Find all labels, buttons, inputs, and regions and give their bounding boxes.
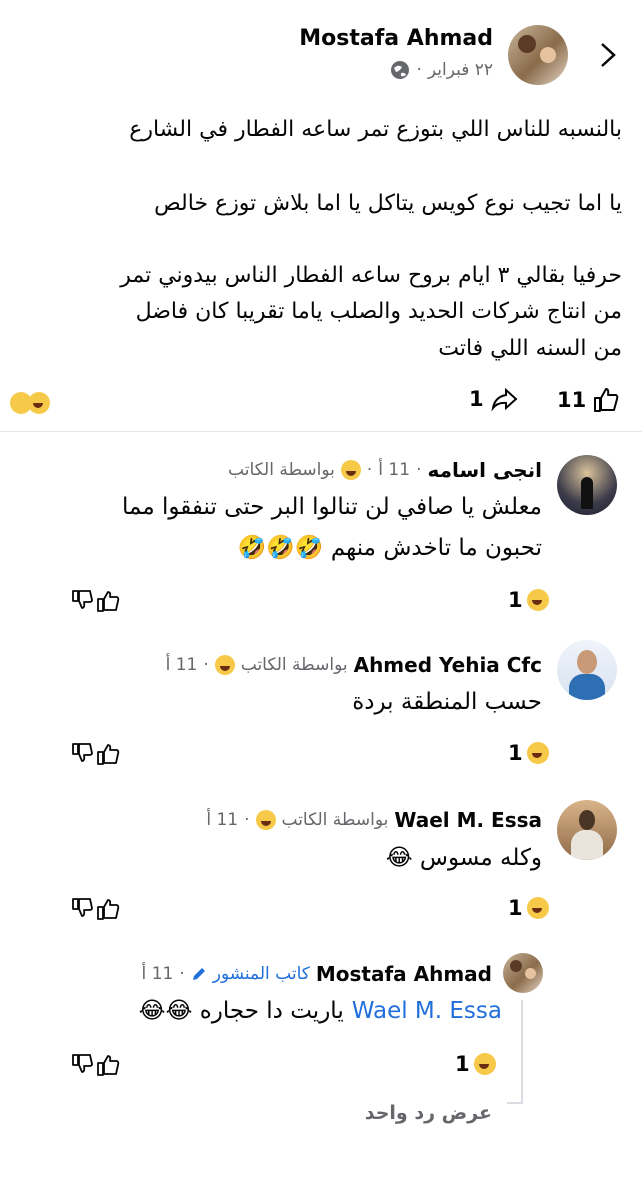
- dislike-icon: [72, 590, 120, 612]
- comment-avatar[interactable]: [557, 640, 617, 700]
- comment-header: انجى اسامه · 11 أ · بواسطة الكاتب: [228, 458, 542, 482]
- reaction-count: 1: [508, 741, 523, 765]
- post-date: ٢٢ فبراير: [427, 60, 493, 80]
- reply-avatar[interactable]: [503, 953, 543, 993]
- haha-icon: [526, 742, 549, 764]
- view-replies-link[interactable]: عرض رد واحد: [365, 1102, 492, 1124]
- comment-avatar[interactable]: [557, 800, 617, 860]
- author-badge: بواسطة الكاتب: [228, 460, 335, 480]
- post-text-line: حرفيا بقالي ٣ ايام بروح ساعه الفطار النا…: [120, 263, 622, 288]
- reply-vote-buttons[interactable]: [70, 1051, 122, 1081]
- haha-icon: [473, 1053, 496, 1075]
- author-badge: بواسطة الكاتب: [281, 810, 389, 830]
- reaction-count: 1: [455, 1052, 470, 1076]
- post-text-line: يا اما تجيب نوع كويس يتاكل يا اما بلاش ت…: [154, 191, 622, 216]
- comment-vote-buttons[interactable]: [70, 740, 122, 770]
- comment-time[interactable]: 11 أ: [378, 460, 410, 480]
- reply-mention[interactable]: Wael M. Essa: [352, 998, 502, 1024]
- back-button[interactable]: [594, 40, 620, 70]
- comment-time[interactable]: 11 أ: [206, 810, 238, 830]
- reply-time[interactable]: 11 أ: [142, 964, 174, 984]
- dislike-icon: [72, 1054, 120, 1076]
- post-reaction-icons[interactable]: [10, 392, 50, 414]
- like-count: 11: [557, 388, 587, 412]
- comment-reactions[interactable]: 1: [508, 896, 549, 920]
- haha-icon: [526, 897, 549, 919]
- dislike-icon: [72, 743, 120, 765]
- comment-vote-buttons[interactable]: [70, 587, 122, 617]
- reply-header: Mostafa Ahmad كاتب المنشور · 11 أ: [141, 962, 492, 986]
- haha-icon: [255, 810, 276, 830]
- author-badge: كاتب المنشور: [212, 964, 310, 984]
- comment-text: تحبون ما تاخدش منهم 🤣🤣🤣: [237, 535, 542, 561]
- share-button[interactable]: 1: [469, 386, 518, 412]
- comment-author[interactable]: انجى اسامه: [427, 458, 542, 482]
- globe-icon: [391, 61, 410, 79]
- comment-header: Wael M. Essa بواسطة الكاتب · 11 أ: [206, 808, 542, 832]
- haha-icon: [214, 655, 235, 675]
- comment-vote-buttons[interactable]: [70, 895, 122, 925]
- comment-reactions[interactable]: 1: [508, 741, 549, 765]
- post-author-name[interactable]: Mostafa Ahmad: [299, 26, 493, 51]
- reply-thread-line: [507, 1102, 523, 1104]
- comment-time[interactable]: 11 أ: [166, 655, 198, 675]
- reply-author[interactable]: Mostafa Ahmad: [316, 962, 492, 986]
- share-icon: [490, 387, 518, 412]
- comment-reactions[interactable]: 1: [508, 588, 549, 612]
- reaction-count: 1: [508, 588, 523, 612]
- comment-avatar[interactable]: [557, 455, 617, 515]
- comment-text: حسب المنطقة بردة: [352, 689, 542, 715]
- post-text-line: من انتاج شركات الحديد والصلب ياما تقريبا…: [135, 299, 622, 324]
- haha-icon: [340, 460, 361, 480]
- reply-thread-line: [521, 1000, 523, 1104]
- reaction-count: 1: [508, 896, 523, 920]
- post-meta: · ٢٢ فبراير: [390, 60, 493, 80]
- comment-text: معلش يا صافي لن تنالوا البر حتى تنفقوا م…: [122, 494, 542, 520]
- comment-header: Ahmed Yehia Cfc بواسطة الكاتب · 11 أ: [165, 653, 542, 677]
- post-text-line: من السنه اللي فاتت: [438, 336, 622, 361]
- comment-author[interactable]: Ahmed Yehia Cfc: [354, 653, 542, 677]
- like-icon: [97, 591, 120, 612]
- haha-icon: [28, 392, 50, 414]
- comment-text: وكله مسوس 😂: [385, 845, 542, 871]
- reply-body: ياريت دا حجاره 😂😂: [138, 998, 344, 1024]
- like-button[interactable]: 11: [557, 386, 620, 414]
- author-badge: بواسطة الكاتب: [240, 655, 348, 675]
- pencil-icon: [192, 968, 205, 980]
- dislike-icon: [72, 898, 120, 920]
- divider: [0, 431, 642, 432]
- post-author-avatar[interactable]: [508, 25, 568, 85]
- like-icon: [594, 388, 619, 412]
- back-chevron-icon: [601, 43, 616, 67]
- haha-icon: [526, 589, 549, 611]
- reply-reactions[interactable]: 1: [455, 1052, 496, 1076]
- comment-author[interactable]: Wael M. Essa: [394, 808, 542, 832]
- share-count: 1: [469, 387, 484, 411]
- post-text-line: بالنسبه للناس اللي بتوزع تمر ساعه الفطار…: [129, 117, 622, 142]
- reply-text: Wael M. Essa ياريت دا حجاره 😂😂: [139, 998, 502, 1024]
